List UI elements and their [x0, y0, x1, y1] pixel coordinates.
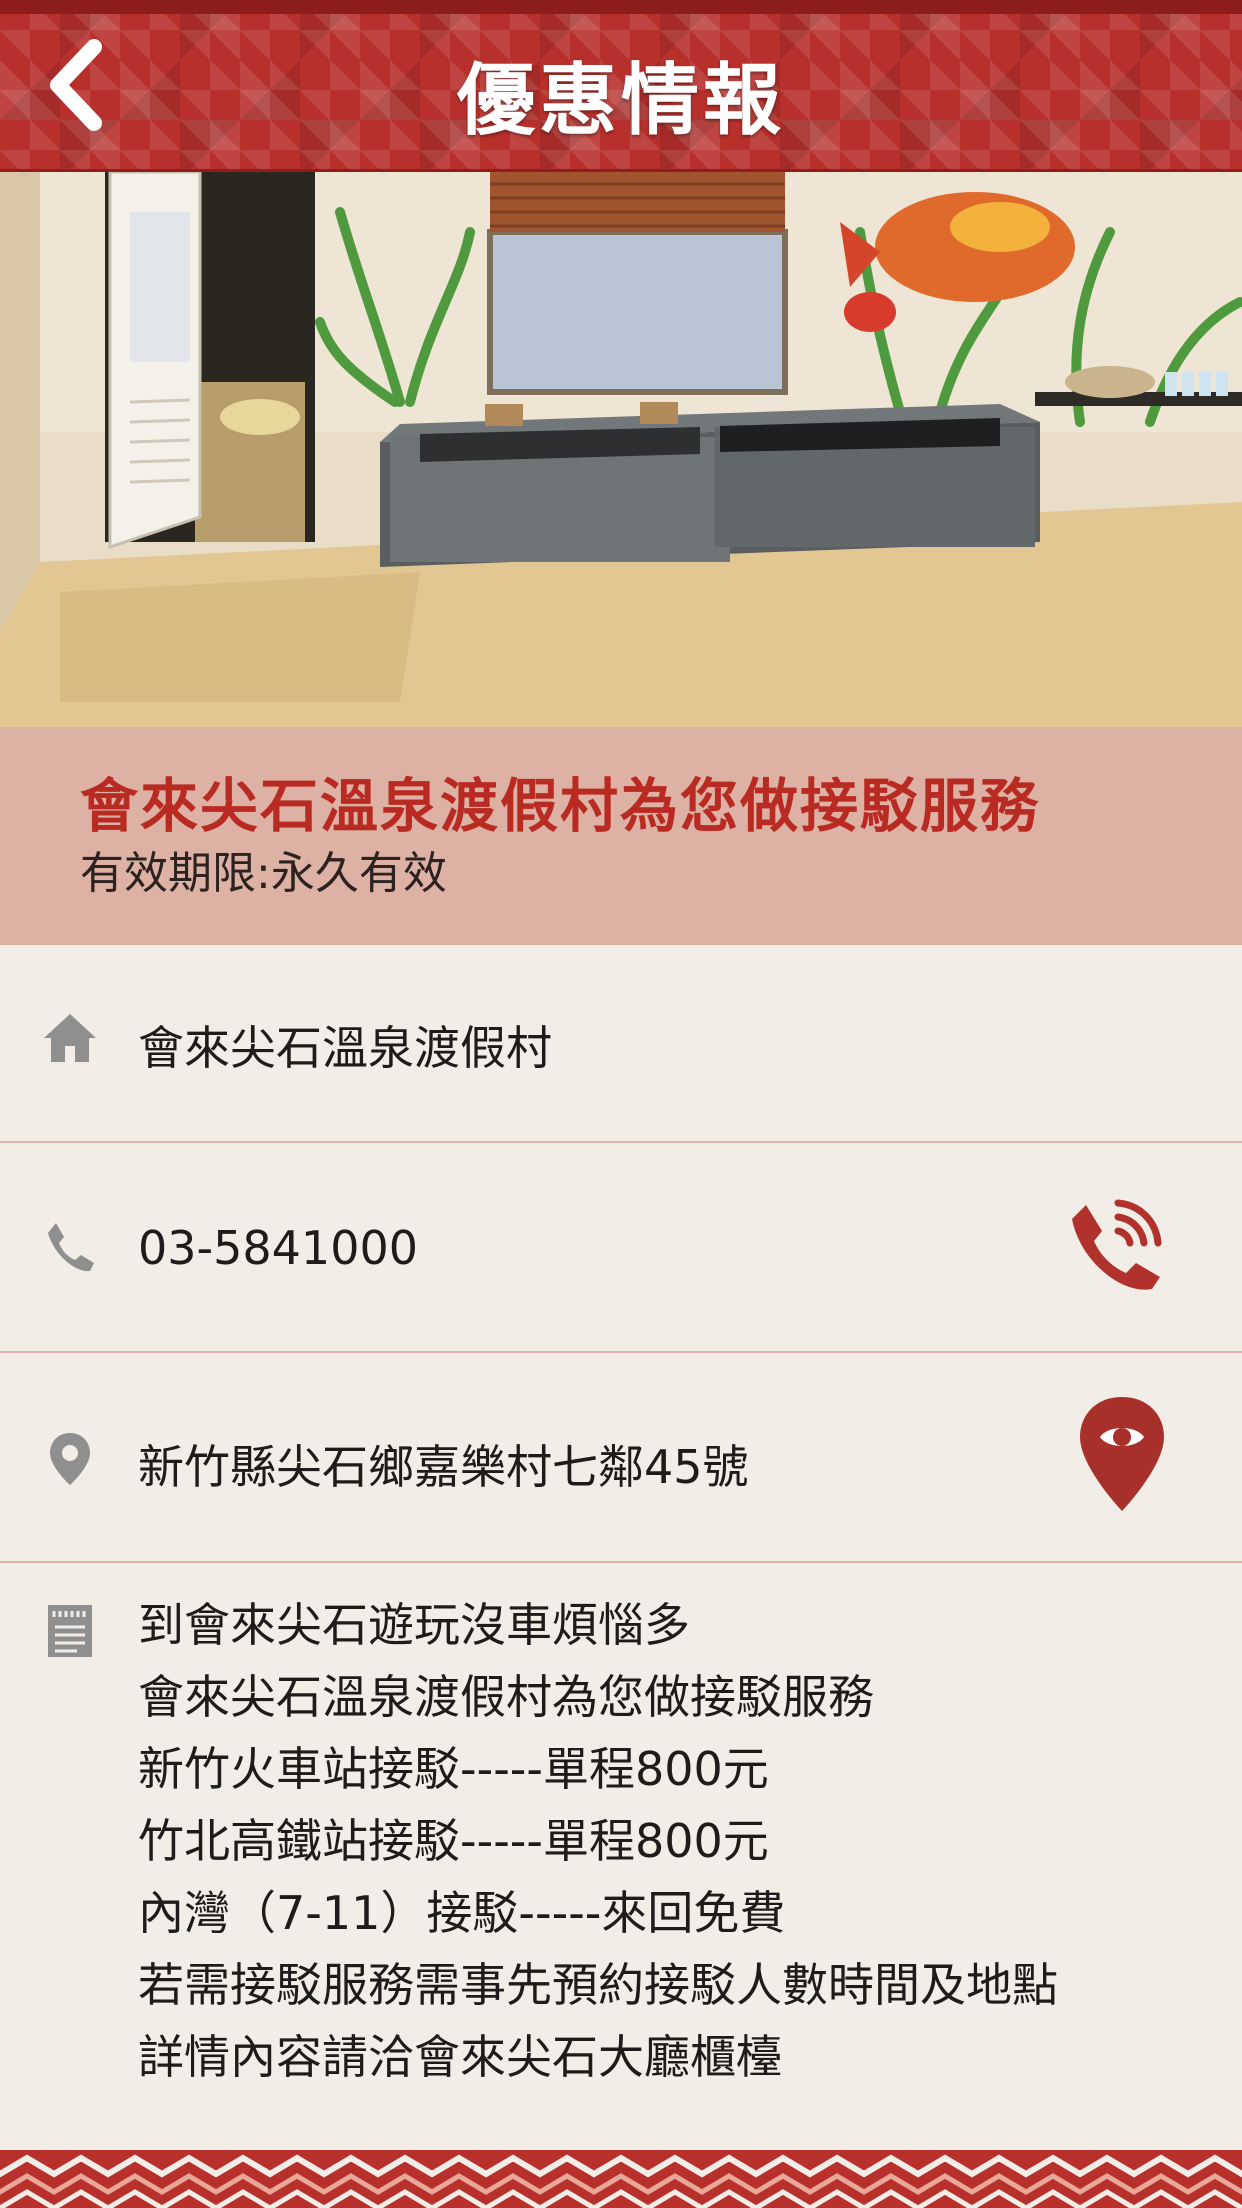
offer-validity: 有效期限:永久有效: [80, 848, 447, 899]
phone-icon: [48, 1223, 94, 1272]
phone-number: 03-5841000: [138, 1221, 418, 1275]
description-line: 會來尖石溫泉渡假村為您做接駁服務: [138, 1670, 874, 1724]
venue-row: 會來尖石溫泉渡假村: [0, 960, 1242, 1143]
description-line: 內灣（7-11）接駁-----來回免費: [138, 1886, 786, 1940]
offer-title-band: 會來尖石溫泉渡假村為您做接駁服務 有效期限:永久有效: [0, 727, 1242, 945]
document-icon: [48, 1605, 92, 1657]
offer-photo: [0, 172, 1242, 727]
page-title: 優惠情報: [456, 56, 785, 146]
venue-name: 會來尖石溫泉渡假村: [138, 1021, 552, 1075]
description-line: 竹北高鐵站接駁-----單程800元: [138, 1814, 769, 1868]
description-line: 詳情內容請洽會來尖石大廳櫃檯: [138, 2030, 782, 2084]
torn-paper-edge: [0, 920, 1242, 942]
description-line: 新竹火車站接駁-----單程800元: [138, 1742, 769, 1796]
call-icon[interactable]: [1066, 1191, 1170, 1295]
offer-title: 會來尖石溫泉渡假村為您做接駁服務: [80, 772, 1041, 840]
footer-pattern: [0, 2150, 1242, 2208]
map-view-icon[interactable]: [1074, 1393, 1170, 1515]
home-icon: [44, 1014, 96, 1062]
description-line: 到會來尖石遊玩沒車煩惱多: [138, 1598, 690, 1652]
description-row: 到會來尖石遊玩沒車煩惱多 會來尖石溫泉渡假村為您做接駁服務 新竹火車站接駁---…: [0, 1563, 1242, 2150]
location-pin-icon: [50, 1433, 90, 1485]
phone-row: 03-5841000: [0, 1143, 1242, 1353]
description-text: 到會來尖石遊玩沒車煩惱多 會來尖石溫泉渡假村為您做接駁服務 新竹火車站接駁---…: [138, 1589, 1058, 2093]
address-text: 新竹縣尖石鄉嘉樂村七鄰45號: [138, 1440, 749, 1494]
description-line: 若需接駁服務需事先預約接駁人數時間及地點: [138, 1958, 1058, 2012]
address-row: 新竹縣尖石鄉嘉樂村七鄰45號: [0, 1353, 1242, 1563]
app-header: 優惠情報: [0, 0, 1242, 172]
